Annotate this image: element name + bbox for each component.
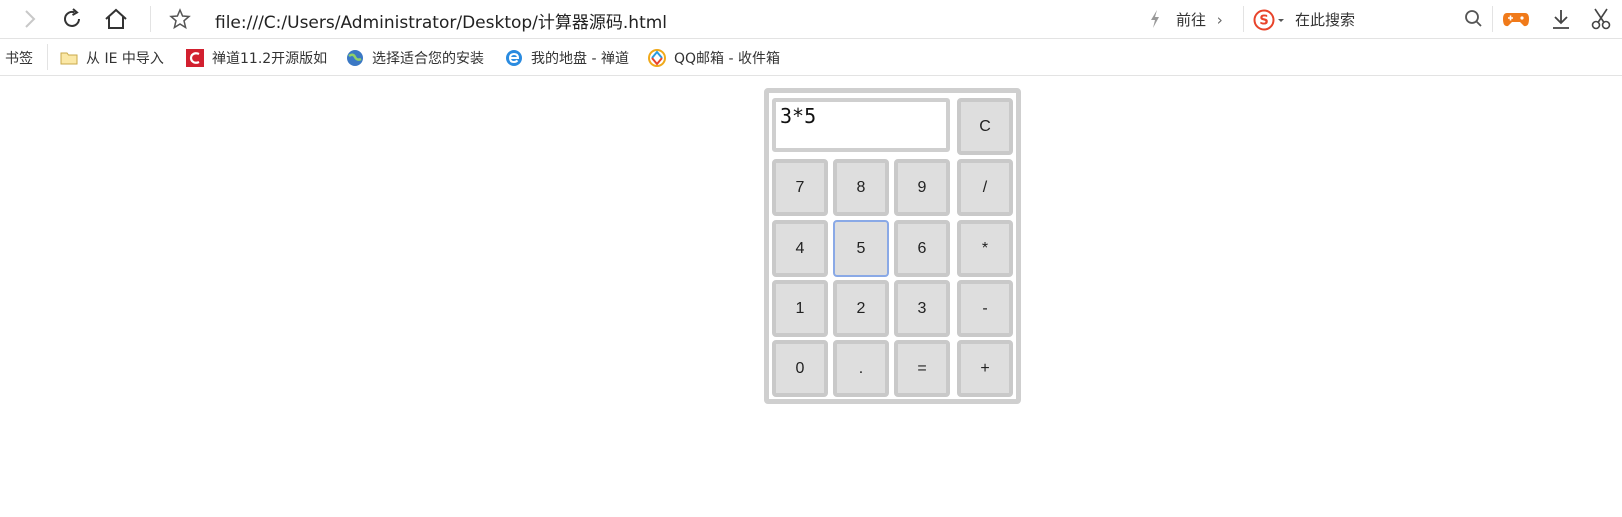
key-3-button[interactable]: 3: [894, 280, 950, 337]
bookmark-item[interactable]: 选择适合您的安装: [346, 48, 494, 68]
sogou-icon[interactable]: S: [1253, 9, 1287, 35]
bookmark-item[interactable]: 我的地盘 - 禅道: [505, 48, 629, 68]
browser-e-icon: [505, 49, 523, 67]
reload-icon[interactable]: [56, 3, 88, 35]
key-1-button[interactable]: 1: [772, 280, 828, 337]
bookmark-label: QQ邮箱 - 收件箱: [674, 51, 780, 67]
calculator-display[interactable]: 3*5: [772, 98, 950, 152]
key-9-button[interactable]: 9: [894, 159, 950, 216]
key-divide-button[interactable]: /: [957, 159, 1013, 216]
key-add-button[interactable]: +: [957, 340, 1013, 397]
bookmark-item[interactable]: QQ邮箱 - 收件箱: [648, 48, 780, 68]
key-equals-button[interactable]: =: [894, 340, 950, 397]
bookmark-label: 我的地盘 - 禅道: [531, 51, 629, 67]
key-4-button[interactable]: 4: [772, 220, 828, 277]
key-decimal-button[interactable]: .: [833, 340, 889, 397]
bookmark-label: 从 IE 中导入: [86, 51, 164, 67]
bookmark-label: 禅道11.2开源版如: [212, 51, 328, 67]
zentao-icon: [186, 49, 204, 67]
bookmark-label: 选择适合您的安装: [372, 51, 484, 67]
forward-icon[interactable]: [14, 3, 46, 35]
search-icon[interactable]: [1458, 3, 1490, 35]
key-5-button[interactable]: 5: [833, 220, 889, 277]
star-icon[interactable]: [164, 3, 196, 35]
bookmarks-bar: 书签 从 IE 中导入 禅道11.2开源版如 选择适合您的安装 我的地盘 - 禅…: [0, 39, 1622, 76]
toolbar-divider: [1492, 6, 1493, 32]
key-2-button[interactable]: 2: [833, 280, 889, 337]
bolt-icon: [1144, 3, 1166, 35]
globe-icon: [346, 49, 364, 67]
goto-label: 前往: [1176, 11, 1207, 29]
key-subtract-button[interactable]: -: [957, 280, 1013, 337]
search-input[interactable]: 在此搜索: [1295, 9, 1355, 30]
key-0-button[interactable]: 0: [772, 340, 828, 397]
svg-text:S: S: [1259, 14, 1268, 29]
gamepad-icon[interactable]: [1500, 3, 1532, 35]
bookmarks-label[interactable]: 书签: [5, 48, 33, 68]
toolbar-divider: [1243, 6, 1244, 32]
clear-button[interactable]: C: [957, 98, 1013, 155]
bookmark-item[interactable]: 禅道11.2开源版如: [186, 48, 332, 68]
home-icon[interactable]: [100, 3, 132, 35]
key-7-button[interactable]: 7: [772, 159, 828, 216]
browser-toolbar: file:///C:/Users/Administrator/Desktop/计…: [0, 0, 1622, 39]
chevron-right-icon: ›: [1216, 11, 1223, 29]
bookmark-item[interactable]: 从 IE 中导入: [60, 48, 164, 68]
key-multiply-button[interactable]: *: [957, 220, 1013, 277]
key-6-button[interactable]: 6: [894, 220, 950, 277]
search-box[interactable]: S 在此搜索: [1253, 3, 1493, 35]
address-bar[interactable]: file:///C:/Users/Administrator/Desktop/计…: [215, 8, 667, 33]
download-icon[interactable]: [1545, 3, 1577, 35]
scissors-icon[interactable]: [1585, 3, 1617, 35]
qq-mail-icon: [648, 49, 666, 67]
folder-icon: [60, 49, 78, 67]
toolbar-divider: [150, 6, 151, 32]
key-8-button[interactable]: 8: [833, 159, 889, 216]
bookmarks-divider: [47, 44, 48, 70]
goto-button[interactable]: 前往 ›: [1176, 9, 1223, 30]
